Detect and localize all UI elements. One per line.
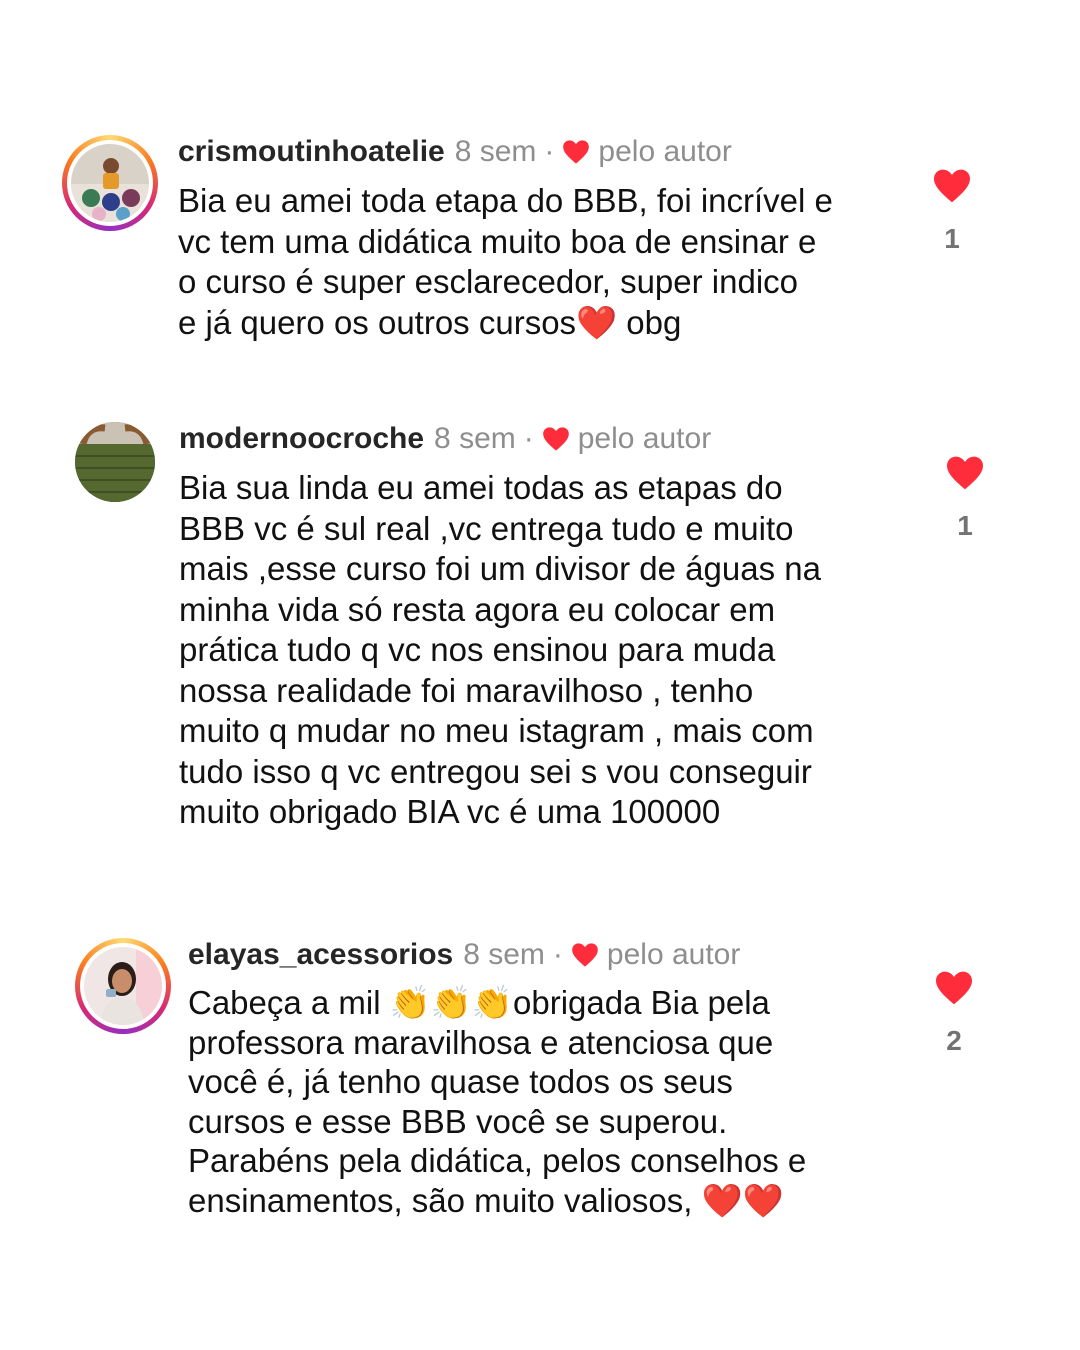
- avatar[interactable]: [75, 422, 155, 502]
- separator: ·: [523, 422, 534, 455]
- like-button[interactable]: 1: [935, 455, 995, 542]
- comment-line: e já quero os outros cursos❤️ obg: [178, 303, 682, 341]
- comment-line: Bia sua linda eu amei todas as etapas do: [179, 469, 783, 506]
- comment-line: Bia eu amei toda etapa do BBB, foi incrí…: [178, 182, 833, 219]
- like-count: 2: [946, 1025, 962, 1056]
- heart-icon: [936, 971, 972, 1005]
- comment-line: ensinamentos, são muito valiosos, ❤️❤️: [188, 1181, 784, 1219]
- comment-line: mais ,esse curso foi um divisor de águas…: [179, 550, 821, 587]
- separator: ·: [552, 938, 563, 971]
- liked-by-author-label: pelo autor: [598, 135, 732, 168]
- liked-by-author-label: pelo autor: [606, 938, 741, 971]
- comment-line: prática tudo q vc nos ensinou para muda: [179, 631, 776, 668]
- heart-icon: [947, 456, 983, 490]
- username[interactable]: modernoocroche: [179, 421, 424, 457]
- comment-text: Cabeça a mil 👏👏👏obrigada Bia pela profes…: [188, 983, 806, 1220]
- timestamp: 8 sem: [463, 938, 545, 971]
- avatar-photo: [71, 144, 149, 222]
- comment-line: cursos e esse BBB você se superou.: [188, 1102, 728, 1140]
- comment-line: nossa realidade foi maravilhoso , tenho: [179, 671, 754, 709]
- avatar-photo: [84, 947, 162, 1025]
- comment-line: Cabeça a mil 👏👏👏obrigada Bia pela: [188, 984, 770, 1021]
- author-like-heart-icon: [572, 943, 598, 967]
- comment-line: BBB vc é sul real ,vc entrega tudo e mui…: [179, 509, 794, 547]
- comment-line: você é, já tenho quase todos os seus: [188, 1063, 733, 1100]
- like-count: 1: [944, 223, 960, 254]
- comment-line: professora maravilhosa e atenciosa que: [188, 1023, 774, 1061]
- comment-line: minha vida só resta agora eu colocar em: [179, 590, 776, 628]
- comment-line: tudo isso q vc entregou sei s vou conseg…: [179, 752, 812, 790]
- username[interactable]: crismoutinhoatelie: [178, 134, 445, 170]
- author-like-heart-icon: [563, 140, 590, 164]
- comment-line: muito q mudar no meu istagram , mais com: [179, 712, 814, 749]
- like-count: 1: [957, 510, 973, 541]
- timestamp: 8 sem: [434, 422, 516, 455]
- separator: ·: [544, 135, 555, 168]
- comment-line: muito obrigado BIA vc é uma 100000: [179, 793, 721, 830]
- avatar-photo: [75, 422, 155, 502]
- like-button[interactable]: 2: [924, 970, 984, 1057]
- timestamp: 8 sem: [454, 135, 537, 168]
- comment-line: vc tem uma didática muito boa de ensinar…: [178, 222, 817, 260]
- heart-icon: [934, 169, 970, 203]
- like-button[interactable]: 1: [922, 168, 982, 255]
- comment-line: Parabéns pela didática, pelos conselhos …: [188, 1142, 807, 1179]
- author-like-heart-icon: [542, 427, 569, 451]
- comment-line: o curso é super esclarecedor, super indi…: [178, 263, 799, 300]
- avatar[interactable]: [75, 938, 171, 1034]
- avatar[interactable]: [62, 135, 158, 231]
- comment-text: Bia sua linda eu amei todas as etapas do…: [179, 468, 821, 833]
- username[interactable]: elayas_acessorios: [188, 937, 453, 973]
- comment-text: Bia eu amei toda etapa do BBB, foi incrí…: [178, 181, 833, 343]
- liked-by-author-label: pelo autor: [577, 422, 712, 455]
